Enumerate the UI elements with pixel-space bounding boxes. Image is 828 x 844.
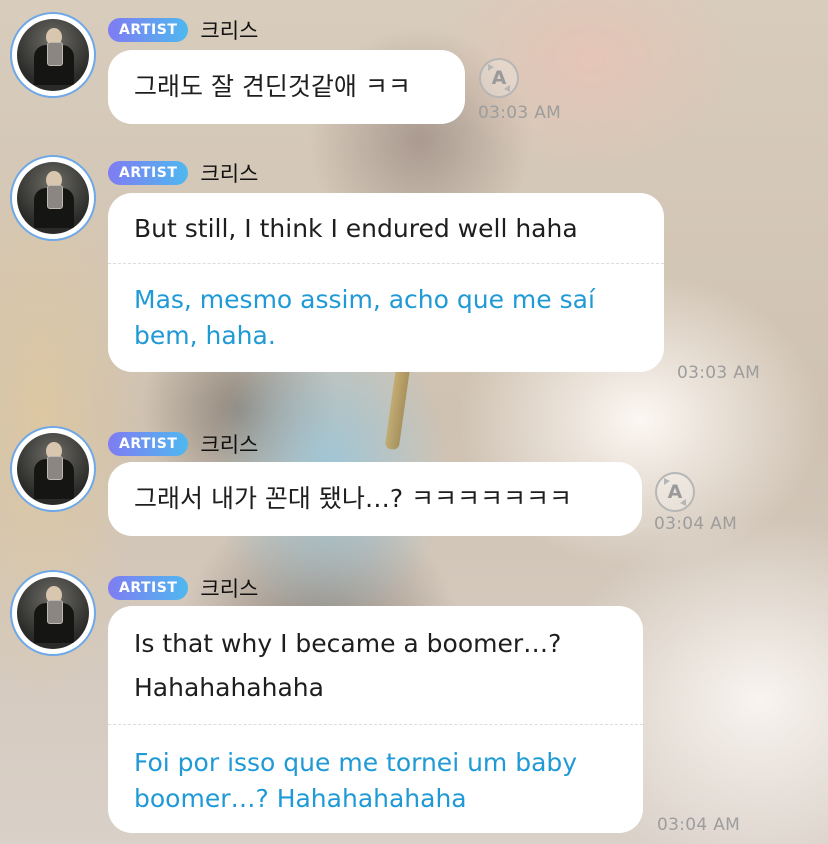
- avatar[interactable]: [10, 12, 96, 98]
- message-time: 03:03 AM: [677, 363, 761, 383]
- sender-line: ARTIST 크리스: [108, 158, 258, 188]
- artist-badge: ARTIST: [108, 432, 189, 456]
- sender-name: 크리스: [200, 433, 259, 457]
- message-bubble[interactable]: Is that why I became a boomer…? Hahahaha…: [108, 606, 643, 833]
- sender-line: ARTIST 크리스: [108, 429, 258, 459]
- auto-translate-icon[interactable]: A: [479, 58, 519, 98]
- message-time: 03:04 AM: [657, 815, 741, 835]
- avatar[interactable]: [10, 426, 96, 512]
- sender-line: ARTIST 크리스: [108, 15, 258, 45]
- avatar[interactable]: [10, 570, 96, 656]
- chat-message: ARTIST 크리스 그래도 잘 견딘것같애 ㅋㅋ A 03:03 AM: [0, 12, 828, 132]
- chat-message: ARTIST 크리스 But still, I think I endured …: [0, 155, 828, 395]
- sender-name: 크리스: [200, 19, 259, 43]
- auto-translate-icon[interactable]: A: [655, 472, 695, 512]
- message-bubble[interactable]: But still, I think I endured well haha M…: [108, 193, 664, 372]
- message-text: But still, I think I endured well haha: [134, 214, 578, 243]
- translation-text: Foi por isso que me tornei um baby boome…: [108, 724, 643, 833]
- chat-message: ARTIST 크리스 그래서 내가 꼰대 됐나…? ㅋㅋㅋㅋㅋㅋㅋ A 03:0…: [0, 426, 828, 546]
- message-bubble[interactable]: 그래도 잘 견딘것같애 ㅋㅋ: [108, 50, 465, 124]
- translation-text: Mas, mesmo assim, acho que me saí bem, h…: [108, 263, 664, 372]
- message-text: 그래도 잘 견딘것같애 ㅋㅋ: [134, 72, 411, 101]
- artist-badge: ARTIST: [108, 18, 189, 42]
- sender-name: 크리스: [200, 577, 259, 601]
- message-time: 03:04 AM: [654, 514, 738, 534]
- message-bubble[interactable]: 그래서 내가 꼰대 됐나…? ㅋㅋㅋㅋㅋㅋㅋ: [108, 462, 642, 536]
- artist-badge: ARTIST: [108, 161, 189, 185]
- artist-badge: ARTIST: [108, 576, 189, 600]
- sender-line: ARTIST 크리스: [108, 573, 258, 603]
- sender-name: 크리스: [200, 162, 259, 186]
- message-text: Is that why I became a boomer…? Hahahaha…: [134, 629, 562, 702]
- message-time: 03:03 AM: [478, 103, 562, 123]
- avatar[interactable]: [10, 155, 96, 241]
- message-text: 그래서 내가 꼰대 됐나…? ㅋㅋㅋㅋㅋㅋㅋ: [134, 484, 573, 513]
- chat-message: ARTIST 크리스 Is that why I became a boomer…: [0, 570, 828, 840]
